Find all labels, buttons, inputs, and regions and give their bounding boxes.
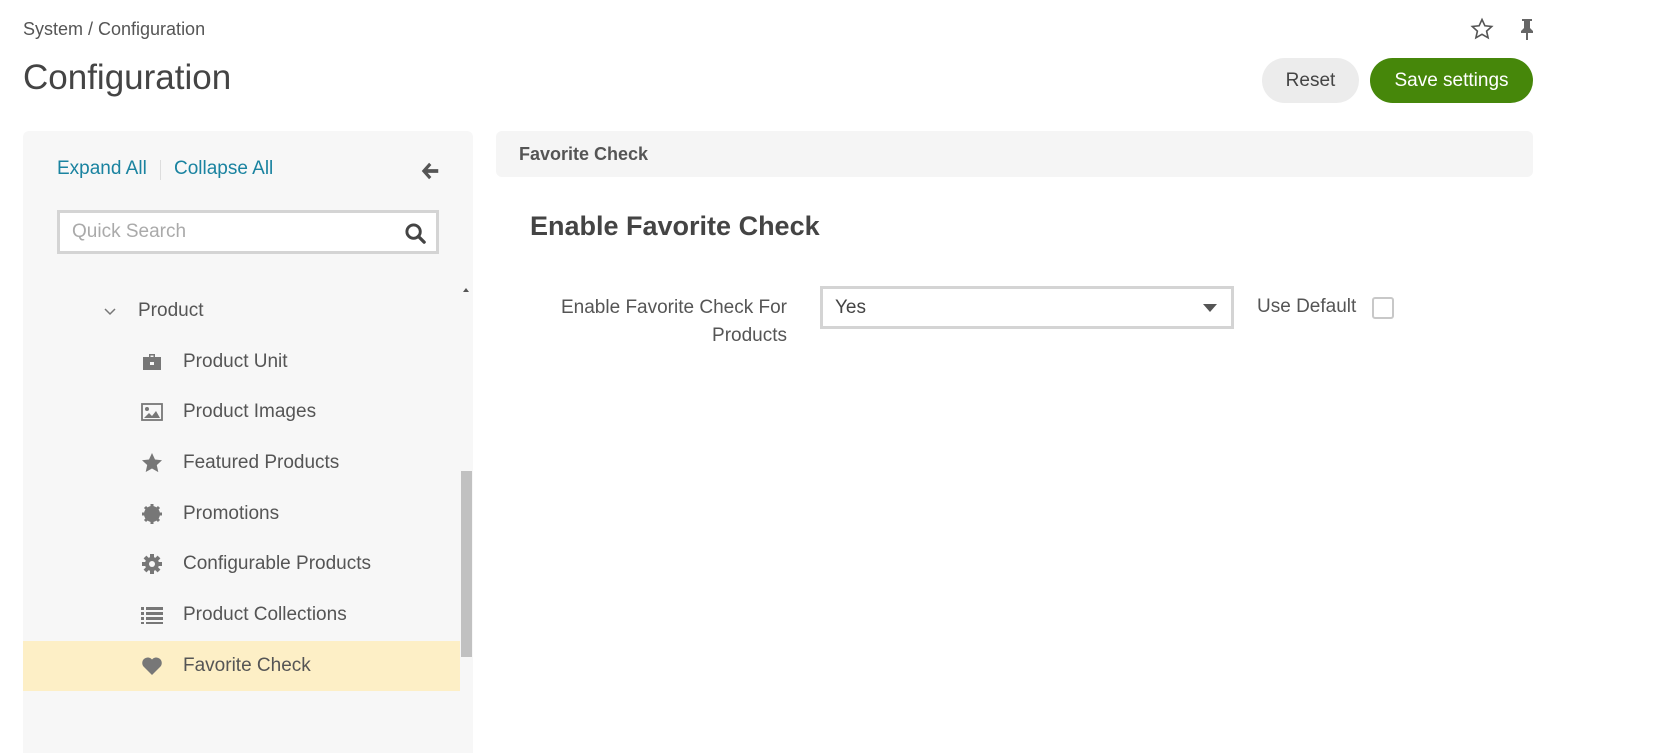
panel-title[interactable]: Favorite Check [496,131,1533,177]
briefcase-icon [143,354,161,370]
collapse-all-link[interactable]: Collapse All [174,158,273,180]
gear-icon [142,554,162,574]
chevron-down-icon [104,308,116,316]
badge-icon [142,504,162,524]
select-value: Yes [835,297,866,318]
sidebar-item-product-images[interactable]: Product Images [23,387,460,437]
sidebar-item-label: Promotions [183,503,280,524]
pin-icon[interactable] [1515,17,1539,41]
quick-search-input[interactable]: Quick Search [57,210,439,254]
heart-icon [142,657,162,675]
section-title: Enable Favorite Check [530,211,820,241]
page-title: Configuration [23,58,232,97]
enable-favorite-check-select[interactable]: Yes [820,286,1234,329]
sidebar-item-configurable-products[interactable]: Configurable Products [23,539,460,589]
image-icon [141,403,163,421]
use-default-checkbox[interactable] [1372,297,1394,319]
save-settings-button[interactable]: Save settings [1370,58,1533,103]
sidebar-item-label: Featured Products [183,452,340,473]
breadcrumb: System / Configuration [23,19,206,39]
tree-group-label: Product [138,300,204,321]
expand-all-link[interactable]: Expand All [57,158,147,180]
star-outline-icon[interactable] [1470,17,1494,41]
star-icon [142,453,162,473]
sidebar-item-label: Favorite Check [183,655,311,676]
scroll-up-arrow[interactable] [463,288,469,292]
divider [160,160,161,180]
sidebar-scrollbar[interactable] [461,471,472,657]
sidebar-item-label: Product Collections [183,604,347,625]
sidebar-item-product-unit[interactable]: Product Unit [23,337,460,387]
sidebar-item-featured-products[interactable]: Featured Products [23,438,460,488]
caret-down-icon [1203,304,1217,312]
field-label: Enable Favorite Check For Products [561,297,787,346]
search-icon[interactable] [404,222,427,245]
sidebar-item-favorite-check[interactable]: Favorite Check [23,641,460,691]
list-icon [141,607,163,624]
use-default-label: Use Default [1257,296,1357,317]
sidebar-item-product-collections[interactable]: Product Collections [23,590,460,640]
tree-group-product[interactable]: Product [23,286,460,336]
arrow-left-icon[interactable] [419,160,441,182]
sidebar-item-label: Product Unit [183,351,288,372]
reset-button[interactable]: Reset [1262,58,1359,103]
sidebar-item-promotions[interactable]: Promotions [23,489,460,539]
sidebar-item-label: Product Images [183,401,317,422]
sidebar-item-label: Configurable Products [183,553,371,574]
